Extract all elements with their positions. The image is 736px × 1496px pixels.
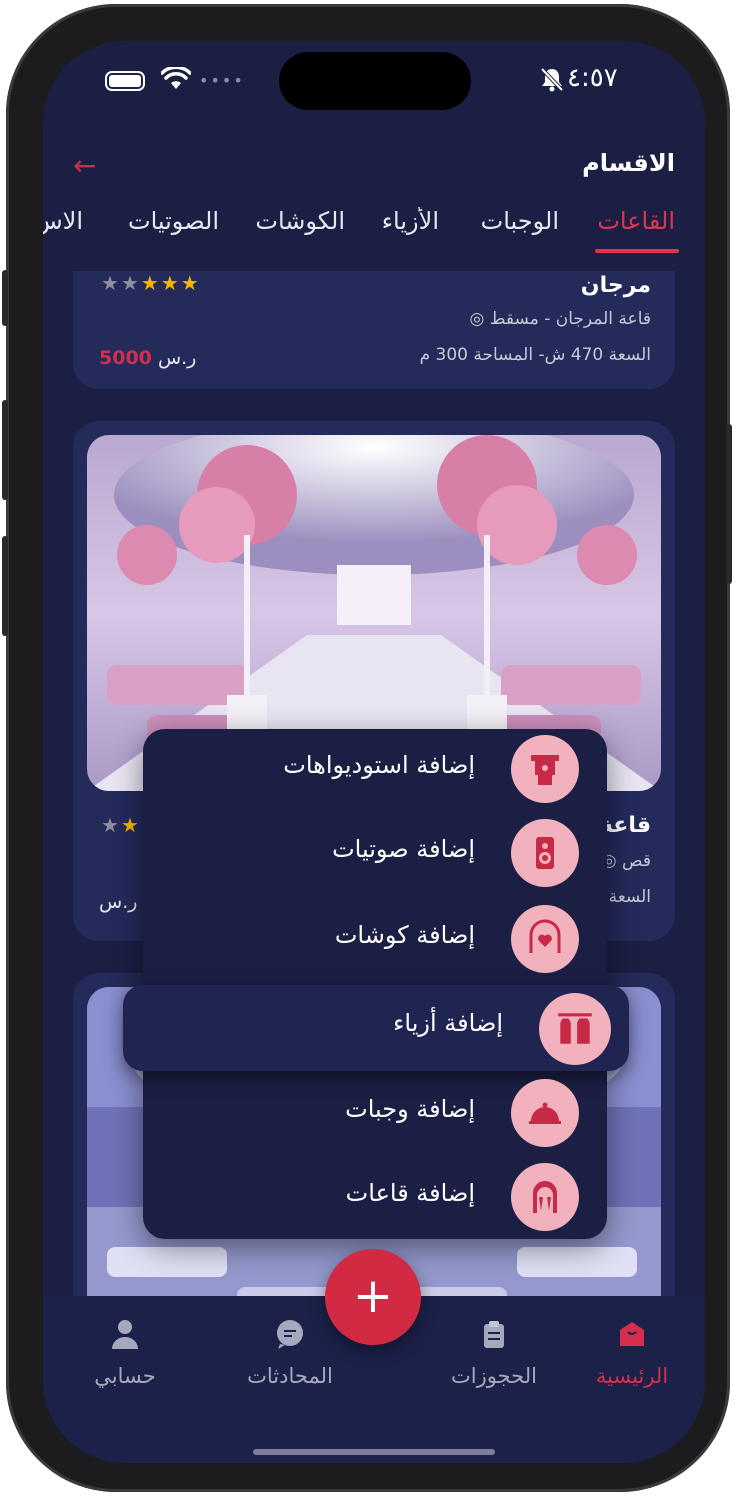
- nav-home-label: الرئيسية: [595, 1364, 669, 1388]
- tab-koshas[interactable]: الكوشات: [255, 207, 345, 235]
- add-service-menu: إضافة استوديواهات إضافة صوتيات إضافة كوش…: [123, 729, 629, 1239]
- app-screen: •••• ٤:٥٧ ← الاقسام القاعات الوجبات الأز…: [43, 41, 705, 1463]
- hall-card[interactable]: مرجان ★★★★★ ◎ قاعة المرجان - مسقط السعة …: [73, 271, 675, 389]
- price-value: 5000: [99, 347, 152, 369]
- star-icon: ★: [120, 813, 141, 837]
- nav-home[interactable]: الرئيسية: [577, 1318, 687, 1388]
- chat-icon: [277, 1320, 303, 1349]
- menu-item-add-studios[interactable]: إضافة استوديواهات: [151, 729, 591, 809]
- back-arrow-icon[interactable]: ←: [73, 149, 96, 182]
- studio-icon: [511, 735, 579, 803]
- clipboard-icon: [484, 1321, 504, 1348]
- add-fab-button[interactable]: +: [325, 1249, 421, 1345]
- price-currency: ر.س: [157, 347, 197, 369]
- person-icon: [112, 1320, 138, 1349]
- tab-studios-partial[interactable]: الاس: [43, 207, 83, 235]
- location-pin-icon: ◎: [469, 309, 485, 329]
- hall-details: السعة: [608, 887, 651, 907]
- power-button: [726, 424, 732, 584]
- hall-location-text: قاعة المرجان - مسقط: [489, 309, 651, 329]
- star-icon: ★: [180, 271, 201, 295]
- page-title: الاقسام: [582, 149, 675, 177]
- nav-account-label: حسابي: [94, 1364, 156, 1388]
- menu-item-label: إضافة أزياء: [393, 1009, 503, 1037]
- mute-switch: [2, 270, 8, 326]
- nav-account[interactable]: حسابي: [75, 1318, 175, 1388]
- tab-halls[interactable]: القاعات: [597, 207, 675, 235]
- clothes-icon: [539, 993, 611, 1065]
- nav-bookings[interactable]: الحجوزات: [439, 1318, 549, 1388]
- hall-icon: [511, 1163, 579, 1231]
- hall-location: ◎ قاعة المرجان - مسقط: [470, 309, 651, 329]
- dynamic-island: [279, 52, 471, 110]
- tab-audio[interactable]: الصوتيات: [128, 207, 219, 235]
- menu-item-label: إضافة استوديواهات: [283, 751, 475, 779]
- tab-fashion[interactable]: الأزياء: [382, 207, 439, 235]
- menu-item-add-audio[interactable]: إضافة صوتيات: [151, 813, 591, 893]
- nav-bookings-label: الحجوزات: [451, 1364, 537, 1388]
- menu-item-label: إضافة وجبات: [345, 1095, 475, 1123]
- nav-chats-label: المحادثات: [247, 1364, 333, 1388]
- menu-item-add-fashion[interactable]: إضافة أزياء: [123, 985, 629, 1071]
- category-tabs: القاعات الوجبات الأزياء الكوشات الصوتيات…: [43, 207, 705, 271]
- price-currency: ر.س: [99, 891, 138, 913]
- food-cloche-icon: [511, 1079, 579, 1147]
- star-icon: ★: [140, 271, 161, 295]
- rating-stars: ★★: [101, 813, 141, 837]
- menu-item-add-halls[interactable]: إضافة قاعات: [151, 1157, 591, 1237]
- hall-details: السعة 470 ش- المساحة 300 م: [419, 345, 651, 365]
- hall-location: ◎ قص: [602, 851, 651, 871]
- star-icon: ★: [101, 813, 121, 837]
- speaker-icon: [511, 819, 579, 887]
- star-icon: ★: [120, 271, 141, 295]
- menu-item-label: إضافة صوتيات: [332, 835, 475, 863]
- home-indicator: [253, 1449, 495, 1455]
- phone-frame: •••• ٤:٥٧ ← الاقسام القاعات الوجبات الأز…: [2, 4, 732, 1492]
- hall-name: مرجان: [580, 273, 651, 298]
- wifi-icon: [161, 67, 191, 89]
- hall-name: قاعة: [599, 813, 651, 838]
- star-icon: ★: [160, 271, 181, 295]
- plus-icon: +: [352, 1268, 394, 1324]
- tab-meals[interactable]: الوجبات: [481, 207, 559, 235]
- battery-icon: [105, 71, 145, 91]
- home-icon: [620, 1322, 644, 1346]
- hall-price: ر.س: [99, 891, 137, 913]
- status-time: ٤:٥٧: [567, 63, 618, 93]
- star-icon: ★: [101, 271, 121, 295]
- menu-item-label: إضافة كوشات: [334, 921, 475, 949]
- signal-dots-icon: ••••: [199, 71, 245, 90]
- rating-stars: ★★★★★: [101, 271, 201, 295]
- active-tab-indicator: [595, 249, 679, 253]
- volume-up-button: [2, 400, 8, 500]
- hall-price: 5000 ر.س: [99, 347, 196, 369]
- menu-item-label: إضافة قاعات: [345, 1179, 475, 1207]
- volume-down-button: [2, 536, 8, 636]
- hall-location-text: قص: [622, 851, 651, 871]
- kosha-icon: [511, 905, 579, 973]
- menu-item-add-meals[interactable]: إضافة وجبات: [151, 1073, 591, 1153]
- bell-muted-icon: [540, 67, 564, 92]
- menu-item-add-koshas[interactable]: إضافة كوشات: [151, 899, 591, 979]
